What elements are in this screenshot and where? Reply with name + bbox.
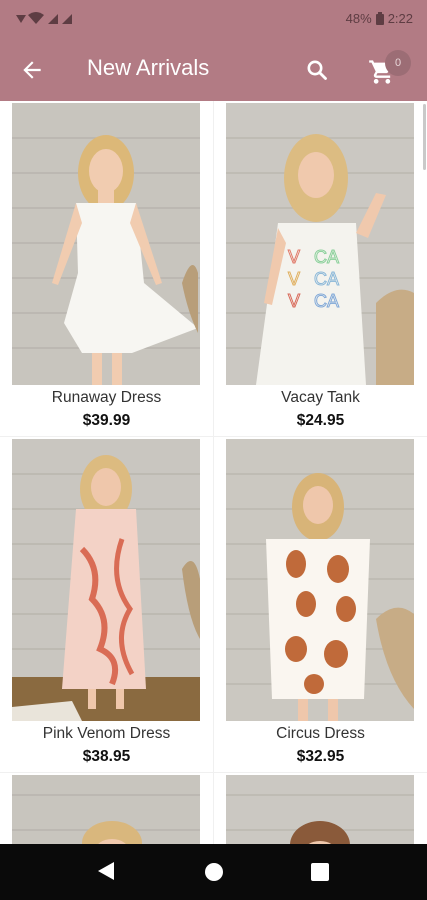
signal-wifi-icon <box>16 12 72 24</box>
status-icons <box>16 11 76 25</box>
product-name: Vacay Tank <box>281 389 360 406</box>
product-price: $38.95 <box>82 748 131 765</box>
svg-text:V: V <box>288 269 300 289</box>
product-name: Pink Venom Dress <box>42 725 171 742</box>
product-card[interactable]: Circus Dress $32.95 <box>214 437 427 772</box>
nav-recents-icon[interactable] <box>311 863 329 881</box>
product-name: Circus Dress <box>276 725 365 742</box>
product-grid[interactable]: Runaway Dress $39.99 V V V CA CA CA Vaca… <box>0 101 427 844</box>
product-image <box>226 775 414 844</box>
product-card[interactable]: Pink Venom Dress $38.95 <box>0 437 213 772</box>
page-title: New Arrivals <box>87 55 210 80</box>
product-image <box>12 775 200 844</box>
svg-text:V: V <box>288 291 300 311</box>
nav-back-icon[interactable] <box>96 860 116 882</box>
product-price: $32.95 <box>296 748 345 765</box>
product-price: $24.95 <box>296 412 345 429</box>
product-card[interactable] <box>214 773 427 844</box>
nav-home-icon[interactable] <box>205 863 223 881</box>
svg-text:V: V <box>288 247 300 267</box>
svg-text:CA: CA <box>314 291 339 311</box>
status-right: 48% 2:22 <box>346 11 413 26</box>
system-nav-bar <box>0 844 427 900</box>
status-bar: 48% 2:22 <box>0 0 427 38</box>
search-icon <box>307 60 327 80</box>
svg-text:CA: CA <box>314 247 339 267</box>
scrollbar[interactable] <box>423 104 426 170</box>
cart-count-badge: 0 <box>385 50 411 76</box>
cart-button[interactable]: 0 <box>363 50 411 90</box>
battery-icon <box>375 12 384 25</box>
product-image <box>12 439 200 721</box>
product-image <box>226 439 414 721</box>
back-arrow-icon <box>23 61 41 79</box>
product-card[interactable] <box>0 773 213 844</box>
app-bar: New Arrivals 0 <box>0 38 427 101</box>
product-card[interactable]: V V V CA CA CA Vacay Tank $24.95 <box>214 101 427 436</box>
svg-text:CA: CA <box>314 269 339 289</box>
back-button[interactable] <box>14 52 50 88</box>
product-card[interactable]: Runaway Dress $39.99 <box>0 101 213 436</box>
search-button[interactable] <box>299 52 335 88</box>
battery-percent: 48% <box>345 11 372 26</box>
product-price: $39.99 <box>82 412 131 429</box>
product-name: Runaway Dress <box>51 389 162 406</box>
clock: 2:22 <box>387 11 413 26</box>
product-image: V V V CA CA CA <box>226 103 414 385</box>
product-image <box>12 103 200 385</box>
